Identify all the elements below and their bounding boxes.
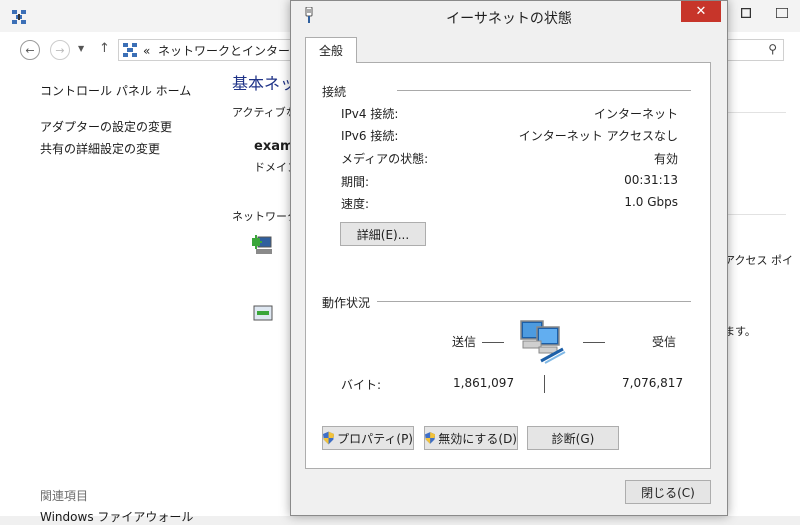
divider (377, 301, 691, 302)
dialog-titlebar[interactable]: イーサネットの状態 ✕ (291, 1, 727, 31)
activity-separator (544, 375, 545, 393)
details-button[interactable]: 詳細(E)... (340, 222, 426, 246)
general-tab-panel (305, 62, 711, 469)
network-name: example.com (254, 139, 292, 154)
back-icon: ← (25, 43, 35, 57)
media-state-value: 有効 (653, 152, 678, 166)
page-title: 基本ネットワーク情報の表示と接続のセットアップ (232, 74, 292, 93)
close-button[interactable]: 閉じる(C) (625, 480, 711, 504)
duration-label: 期間: (341, 175, 370, 189)
ipv6-label: IPv6 接続: (341, 129, 399, 143)
disable-label: 無効にする(D) (438, 431, 517, 446)
forward-button[interactable]: → (50, 40, 70, 60)
received-bytes-value: 7,076,817 (622, 376, 684, 390)
dialog-title: イーサネットの状態 (446, 11, 572, 27)
sent-label: 送信 (452, 335, 477, 349)
close-window-button[interactable] (764, 0, 800, 26)
media-state-label: メディアの状態: (341, 152, 429, 166)
bytes-label: バイト: (341, 378, 382, 392)
properties-button[interactable]: プロパティ(P) (322, 426, 414, 450)
troubleshoot-text: ます。 (724, 325, 756, 338)
properties-label: プロパティ(P) (337, 431, 413, 446)
received-line (583, 342, 605, 343)
network-type: ドメイン ネットワーク (254, 161, 292, 174)
control-panel-home-link[interactable]: コントロール パネル ホーム (40, 82, 191, 99)
active-networks-heading: アクティブなネットワークの表示 (232, 106, 292, 119)
disable-button[interactable]: 無効にする(D) (424, 426, 518, 450)
divider (397, 90, 691, 91)
tab-general[interactable]: 全般 (305, 37, 357, 63)
change-adapter-settings-link[interactable]: アダプターの設定の変更 (40, 118, 172, 135)
activity-heading: 動作状況 (322, 296, 371, 310)
related-items-heading: 関連項目 (40, 489, 89, 503)
main-content-peek: 基本ネットワーク情報の表示と接続のセットアップ アクティブなネットワークの表示 … (232, 70, 292, 330)
uac-shield-icon (323, 431, 335, 445)
maximize-icon (741, 8, 751, 18)
sent-line (482, 342, 504, 343)
app-icon (12, 10, 26, 24)
back-button[interactable]: ← (20, 40, 40, 60)
network-icon (123, 43, 137, 57)
ipv6-value: インターネット アクセスなし (518, 129, 678, 143)
related-link-firewall[interactable]: Windows ファイアウォール (40, 508, 193, 525)
change-network-settings-heading: ネットワーク設定の変更 (232, 210, 292, 223)
close-icon: ✕ (695, 4, 707, 19)
connection-heading: 接続 (322, 85, 347, 99)
recent-locations-dropdown[interactable]: ▼ (78, 44, 84, 53)
search-icon[interactable]: ⚲ (768, 42, 777, 56)
advanced-sharing-settings-link[interactable]: 共有の詳細設定の変更 (40, 140, 160, 157)
divider (726, 112, 786, 113)
breadcrumb-chevron[interactable]: « (143, 44, 150, 58)
ipv4-label: IPv4 接続: (341, 107, 399, 121)
new-connection-icon[interactable] (252, 234, 274, 256)
up-arrow-icon[interactable]: ↑ (99, 41, 110, 56)
speed-value: 1.0 Gbps (624, 195, 678, 209)
ipv4-value: インターネット (593, 107, 678, 121)
uac-shield-icon (425, 432, 436, 444)
speed-label: 速度: (341, 197, 370, 211)
troubleshoot-icon[interactable] (252, 302, 274, 324)
setup-access-point-text: アクセス ポイ (724, 254, 793, 267)
sent-bytes-value: 1,861,097 (453, 376, 515, 390)
divider (726, 214, 786, 215)
received-label: 受信 (652, 335, 677, 349)
ethernet-status-dialog: イーサネットの状態 ✕ 全般 接続 IPv4 接続: インターネット IPv6 … (290, 0, 728, 516)
diagnose-button[interactable]: 診断(G) (527, 426, 619, 450)
computers-network-icon (520, 320, 566, 364)
dialog-close-button[interactable]: ✕ (681, 1, 721, 22)
close-icon (776, 8, 788, 18)
duration-value: 00:31:13 (624, 173, 678, 187)
forward-icon: → (55, 43, 65, 57)
maximize-button[interactable] (728, 0, 764, 26)
